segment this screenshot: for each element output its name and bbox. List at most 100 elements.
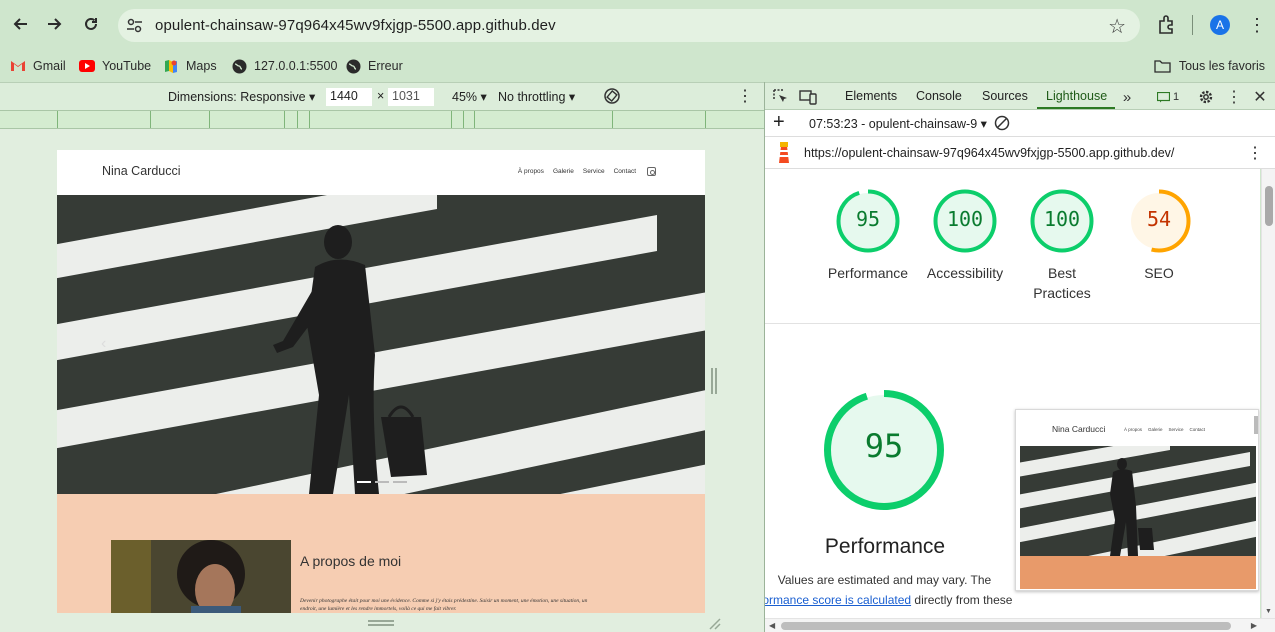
clear-reports-icon[interactable] — [994, 115, 1010, 134]
forward-arrow-icon[interactable] — [42, 11, 68, 37]
close-devtools-icon[interactable]: ✕ — [1251, 88, 1269, 106]
inspect-element-icon[interactable] — [772, 88, 790, 106]
toolbar-separator — [1192, 15, 1193, 35]
bookmark-youtube[interactable]: YouTube — [79, 56, 151, 76]
more-tabs-icon[interactable]: » — [1118, 88, 1136, 106]
scroll-thumb[interactable] — [781, 622, 1231, 630]
report-vertical-scrollbar[interactable]: ▼ — [1261, 169, 1275, 618]
media-query-ruler[interactable] — [0, 110, 764, 129]
device-toolbar-menu-icon[interactable]: ⋮ — [737, 86, 753, 106]
browser-menu-icon[interactable]: ⋮ — [1248, 14, 1266, 36]
screenshot-hero — [1020, 446, 1256, 556]
globe-icon — [231, 58, 247, 74]
bookmark-gmail[interactable]: Gmail — [10, 56, 66, 76]
about-text: Devenir photographe était pour moi une é… — [300, 598, 588, 612]
final-screenshot[interactable]: Nina Carducci À propos Galerie Service C… — [1015, 409, 1259, 591]
hero-carousel-image[interactable]: ‹ — [57, 195, 705, 494]
site-name[interactable]: Nina Carducci — [102, 164, 181, 178]
back-arrow-icon[interactable] — [7, 11, 33, 37]
bookmark-label: Maps — [186, 59, 217, 73]
tab-console[interactable]: Console — [916, 89, 962, 103]
resize-corner-icon[interactable] — [708, 617, 721, 630]
tab-sources[interactable]: Sources — [982, 89, 1028, 103]
report-horizontal-scrollbar[interactable]: ◀ ▶ — [765, 618, 1275, 632]
carousel-dot[interactable] — [375, 481, 389, 483]
scroll-down-icon[interactable]: ▼ — [1265, 608, 1272, 615]
gauge-accessibility[interactable]: 100 Accessibility — [927, 188, 1003, 281]
active-tab-indicator — [1037, 107, 1115, 109]
zoom-dropdown[interactable]: 45% ▾ — [452, 89, 487, 104]
tab-elements[interactable]: Elements — [845, 89, 897, 103]
site-nav-apropos[interactable]: À propos — [518, 168, 544, 175]
screenshot-nav-item: Service — [1168, 427, 1184, 432]
width-input[interactable]: 1440 — [326, 88, 372, 106]
report-menu-icon[interactable]: ⋮ — [1247, 143, 1263, 163]
site-nav-contact[interactable]: Contact — [614, 168, 636, 175]
emulated-page[interactable]: Nina Carducci À propos Galerie Service C… — [57, 150, 705, 613]
gauge-value: 100 — [1043, 207, 1081, 231]
gauge-best-practices[interactable]: 100 Best Practices — [1029, 188, 1095, 301]
score-calculated-link[interactable]: rformance score is calculated — [765, 593, 911, 607]
site-nav-service[interactable]: Service — [583, 168, 605, 175]
profile-avatar[interactable]: A — [1210, 15, 1230, 35]
dimensions-dropdown[interactable]: Dimensions: Responsive ▾ — [168, 89, 315, 104]
gauge-performance[interactable]: 95 Performance — [828, 188, 908, 281]
bookmarks-bar: Gmail YouTube Maps 127.0.0.1:5500 Erreur… — [0, 50, 1275, 82]
site-nav-galerie[interactable]: Galerie — [553, 168, 574, 175]
reload-icon[interactable] — [78, 11, 104, 37]
issues-badge[interactable]: 1 — [1153, 88, 1183, 106]
devtools-tabbar: Elements Console Sources Lighthouse » 1 … — [765, 82, 1275, 110]
resize-handle-right[interactable] — [711, 368, 718, 394]
report-url[interactable]: https://opulent-chainsaw-97q964x45wv9fxj… — [804, 146, 1174, 160]
gauge-label: SEO — [1144, 265, 1174, 281]
tab-lighthouse[interactable]: Lighthouse — [1046, 89, 1107, 103]
bookmark-label: Erreur — [368, 59, 403, 73]
address-bar[interactable]: opulent-chainsaw-97q964x45wv9fxjgp-5500.… — [118, 9, 1140, 42]
performance-score-large: 95 — [864, 427, 904, 465]
crosswalk-photo — [57, 195, 705, 494]
carousel-prev-icon[interactable]: ‹ — [101, 335, 106, 353]
site-info-icon[interactable] — [126, 17, 143, 34]
site-nav: À propos Galerie Service Contact — [518, 168, 655, 175]
about-title: A propos de moi — [300, 553, 402, 569]
address-url[interactable]: opulent-chainsaw-97q964x45wv9fxjgp-5500.… — [155, 17, 556, 34]
new-report-plus-icon[interactable]: + — [773, 111, 785, 134]
bookmark-label: Gmail — [33, 59, 66, 73]
issues-count: 1 — [1172, 91, 1180, 103]
all-bookmarks[interactable]: Tous les favoris — [1154, 56, 1265, 76]
bookmark-localhost[interactable]: 127.0.0.1:5500 — [231, 56, 337, 76]
scroll-left-icon[interactable]: ◀ — [769, 621, 775, 630]
carousel-indicators — [357, 481, 407, 483]
bookmark-star-icon[interactable]: ☆ — [1108, 14, 1126, 39]
bookmark-maps[interactable]: Maps — [163, 56, 217, 76]
device-toggle-icon[interactable] — [799, 88, 817, 106]
site-header: Nina Carducci À propos Galerie Service C… — [57, 150, 705, 195]
youtube-icon — [79, 58, 95, 74]
scroll-thumb[interactable] — [1265, 186, 1273, 226]
gauge-seo[interactable]: 54 SEO — [1126, 188, 1192, 281]
carousel-dot[interactable] — [357, 481, 371, 483]
settings-gear-icon[interactable] — [1197, 88, 1215, 106]
scroll-right-icon[interactable]: ▶ — [1251, 621, 1257, 630]
carousel-dot[interactable] — [393, 481, 407, 483]
throttling-dropdown[interactable]: No throttling ▾ — [498, 89, 575, 104]
screenshot-nav-item: Contact — [1189, 427, 1206, 432]
bookmark-erreur[interactable]: Erreur — [345, 56, 403, 76]
bookmark-label: 127.0.0.1:5500 — [254, 59, 338, 73]
lighthouse-report-url-bar: https://opulent-chainsaw-97q964x45wv9fxj… — [765, 137, 1275, 169]
performance-title: Performance — [824, 535, 946, 558]
devtools-menu-icon[interactable]: ⋮ — [1225, 88, 1243, 106]
instagram-icon[interactable] — [647, 167, 656, 176]
gauge-value: 95 — [855, 207, 881, 231]
device-toolbar: Dimensions: Responsive ▾ 1440 × 1031 45%… — [0, 82, 764, 110]
screenshot-site-name: Nina Carducci — [1052, 424, 1106, 434]
resize-handle-bottom[interactable] — [368, 620, 394, 627]
extensions-puzzle-icon[interactable] — [1156, 13, 1178, 35]
about-section: A propos de moi Devenir photographe étai… — [57, 494, 705, 613]
screenshot-nav-item: Galerie — [1148, 427, 1163, 432]
rotate-icon[interactable] — [603, 87, 621, 108]
height-input[interactable]: 1031 — [388, 88, 434, 106]
gmail-icon — [10, 58, 26, 74]
report-select[interactable]: 07:53:23 - opulent-chainsaw-9 ▾ — [809, 116, 987, 131]
screenshot-nav: À propos Galerie Service Contact — [1124, 427, 1205, 432]
